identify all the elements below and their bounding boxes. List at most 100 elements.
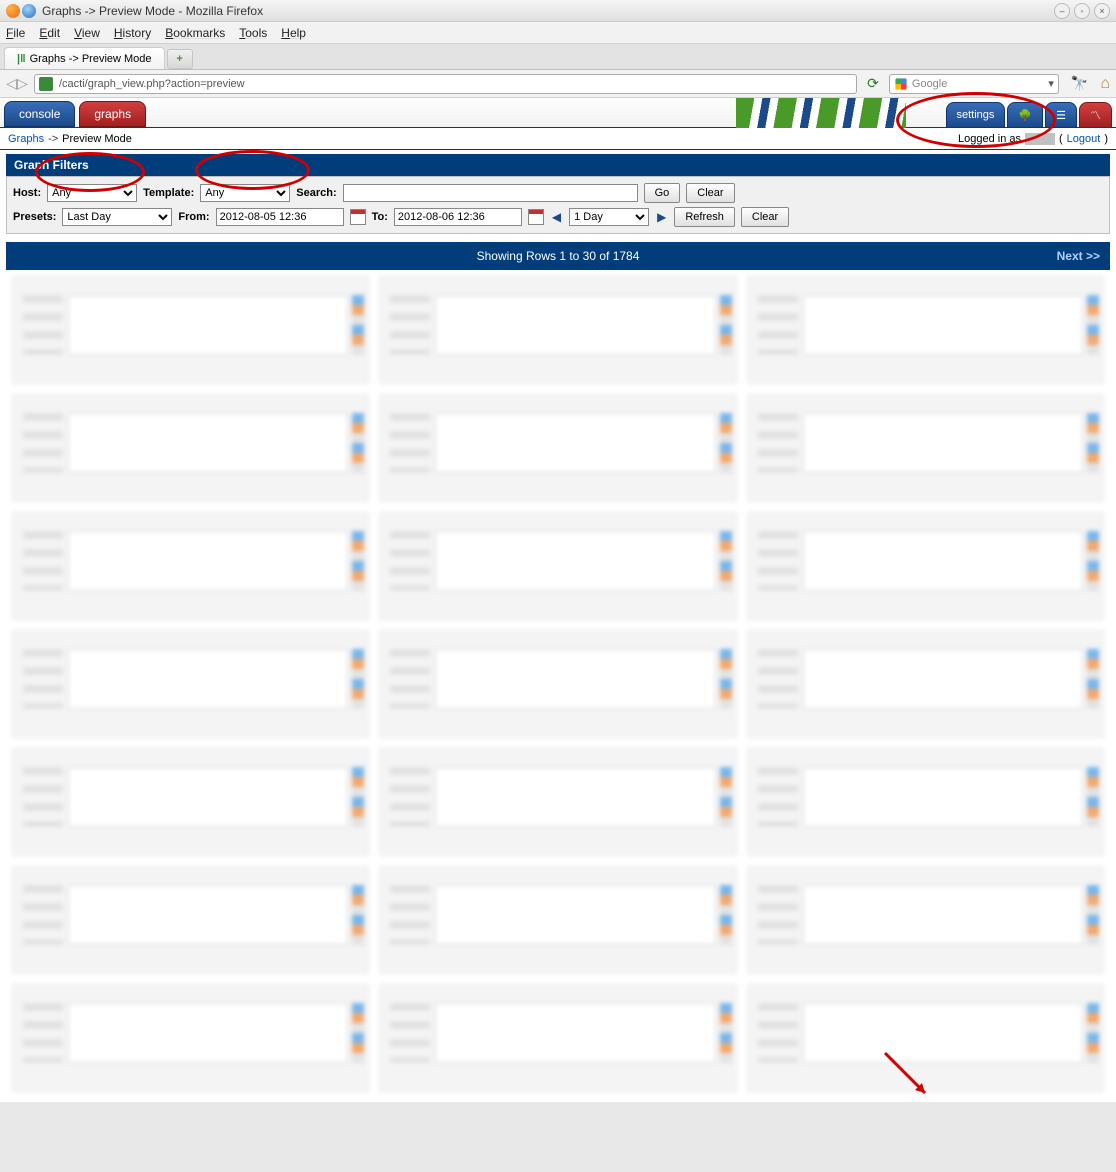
clear-time-button[interactable]: Clear [741,207,789,227]
globe-icon [22,4,36,18]
template-label: Template: [143,187,194,199]
refresh-button[interactable]: Refresh [674,207,735,227]
graph-thumb[interactable] [12,276,369,384]
search-placeholder: Google [912,78,947,90]
search-label: Search: [296,187,336,199]
login-prefix: Logged in as [958,133,1021,145]
logout-link[interactable]: Logout [1067,133,1101,145]
cacti-app: console graphs settings 🌳 ☰ 〽 Graphs -> … [0,98,1116,1102]
graph-thumb[interactable] [12,394,369,502]
cacti-header: console graphs settings 🌳 ☰ 〽 [0,98,1116,128]
view-mode-tabs: settings 🌳 ☰ 〽 [946,102,1113,128]
breadcrumb-graphs[interactable]: Graphs [8,133,44,145]
graph-thumb[interactable] [747,394,1104,502]
tree-view-icon[interactable]: 🌳 [1007,102,1043,128]
presets-label: Presets: [13,211,56,223]
graph-thumb[interactable] [12,512,369,620]
minimize-button[interactable]: – [1054,3,1070,19]
reload-button[interactable]: ⟳ [863,75,883,92]
back-button[interactable]: ◁▷ [6,74,28,94]
new-tab-button[interactable]: + [167,49,193,69]
graph-thumb[interactable] [747,512,1104,620]
graph-thumb[interactable] [379,866,736,974]
from-label: From: [178,211,209,223]
preview-view-icon[interactable]: 〽 [1079,102,1112,128]
filters-title: Graph Filters [6,154,1110,176]
window-titlebar: Graphs -> Preview Mode - Mozilla Firefox… [0,0,1116,22]
graph-thumb[interactable] [379,276,736,384]
url-toolbar: ◁▷ /cacti/graph_view.php?action=preview … [0,70,1116,98]
menu-history[interactable]: History [114,26,151,40]
graph-thumb[interactable] [747,748,1104,856]
app-body: Graph Filters Host: Any Template: Any Se… [0,150,1116,1102]
breadcrumb: Graphs -> Preview Mode Logged in as (Log… [0,128,1116,150]
results-text: Showing Rows 1 to 30 of 1784 [477,249,640,263]
to-input[interactable] [394,208,522,226]
window-title: Graphs -> Preview Mode - Mozilla Firefox [42,4,1050,18]
login-status: Logged in as ( Logout) [958,133,1108,145]
graph-thumb[interactable] [747,866,1104,974]
graph-thumb[interactable] [379,394,736,502]
home-button[interactable]: ⌂ [1100,75,1110,93]
timespan-select[interactable]: 1 Day [569,208,649,226]
login-user [1025,133,1055,145]
menu-help[interactable]: Help [281,26,306,40]
menubar: File Edit View History Bookmarks Tools H… [0,22,1116,44]
site-identity-icon [39,77,53,91]
browser-tabbar: |‖ Graphs -> Preview Mode + [0,44,1116,70]
presets-select[interactable]: Last Day [62,208,172,226]
next-link[interactable]: Next >> [1057,249,1100,263]
paren-open: ( [1059,133,1063,145]
from-input[interactable] [216,208,344,226]
google-icon [895,78,906,89]
maximize-button[interactable]: ◦ [1074,3,1090,19]
menu-file[interactable]: File [6,26,25,40]
close-button[interactable]: × [1094,3,1110,19]
to-label: To: [372,211,388,223]
graph-thumb[interactable] [379,748,736,856]
filters-panel: Host: Any Template: Any Search: Go Clear… [6,176,1110,234]
graph-grid [6,270,1110,1098]
menu-bookmarks[interactable]: Bookmarks [165,26,225,40]
url-field[interactable]: /cacti/graph_view.php?action=preview [34,74,857,94]
tab-graphs[interactable]: graphs [79,101,146,127]
paren-close: ) [1104,133,1108,145]
graph-thumb[interactable] [12,630,369,738]
graph-thumb[interactable] [12,866,369,974]
template-select[interactable]: Any [200,184,290,202]
list-view-icon[interactable]: ☰ [1045,102,1077,128]
search-input[interactable] [343,184,638,202]
graph-thumb[interactable] [747,276,1104,384]
menu-view[interactable]: View [74,26,100,40]
annotation-arrow [880,1048,940,1108]
url-text: /cacti/graph_view.php?action=preview [59,78,245,90]
graph-thumb[interactable] [12,984,369,1092]
graph-thumb[interactable] [379,512,736,620]
tab-label: Graphs -> Preview Mode [30,53,152,65]
firefox-icon [6,4,20,18]
host-label: Host: [13,187,41,199]
to-calendar-icon[interactable] [528,209,544,225]
menu-tools[interactable]: Tools [239,26,267,40]
cacti-logo-stripes [736,98,906,128]
tab-console[interactable]: console [4,101,75,127]
cacti-icon: |‖ [17,53,26,65]
menu-edit[interactable]: Edit [39,26,60,40]
tab-settings[interactable]: settings [946,102,1006,128]
graph-thumb[interactable] [747,630,1104,738]
shift-right-button[interactable]: ▶ [655,210,668,224]
breadcrumb-current: Preview Mode [62,133,132,145]
host-select[interactable]: Any [47,184,137,202]
results-bar: Showing Rows 1 to 30 of 1784 Next >> [6,242,1110,270]
binoculars-icon[interactable]: 🔭 [1071,75,1088,92]
go-button[interactable]: Go [644,183,681,203]
breadcrumb-sep: -> [48,133,58,145]
graph-thumb[interactable] [379,984,736,1092]
graph-thumb[interactable] [379,630,736,738]
search-field[interactable]: Google ▾ [889,74,1059,94]
from-calendar-icon[interactable] [350,209,366,225]
browser-tab[interactable]: |‖ Graphs -> Preview Mode [4,47,165,69]
graph-thumb[interactable] [12,748,369,856]
shift-left-button[interactable]: ◀ [550,210,563,224]
clear-search-button[interactable]: Clear [686,183,734,203]
